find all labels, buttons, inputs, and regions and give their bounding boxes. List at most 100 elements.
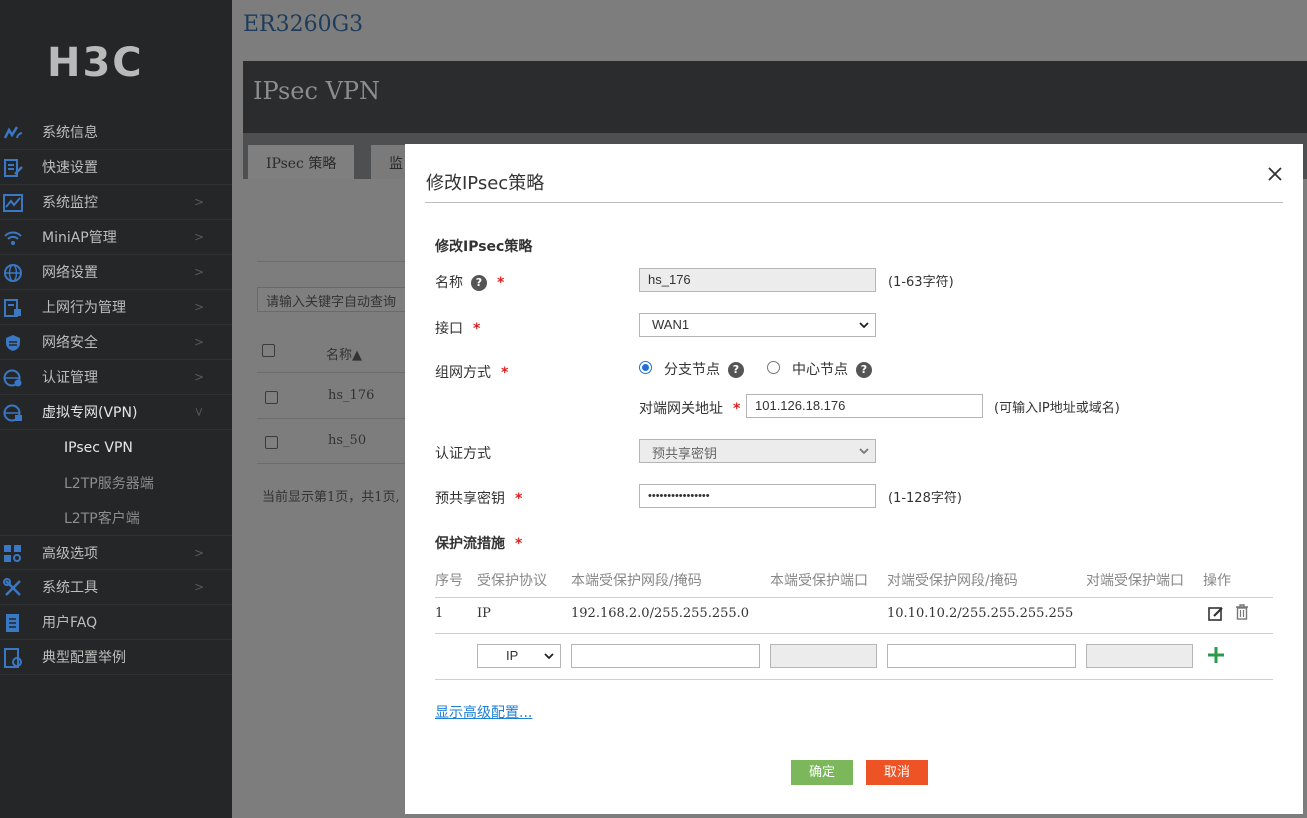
sidebar-item-label: 网络安全 xyxy=(42,335,98,351)
chevron-down-icon xyxy=(544,653,554,660)
peer-gateway-field[interactable]: 101.126.18.176 xyxy=(746,394,983,418)
sidebar-subitem-l2tp-server[interactable]: L2TP服务器端 xyxy=(0,465,232,500)
mode-center-text: 中心节点 xyxy=(792,362,848,378)
pager-text: 当前显示第1页，共1页, xyxy=(262,490,400,505)
interface-select-value: WAN1 xyxy=(652,317,690,332)
select-all-checkbox[interactable] xyxy=(262,344,275,357)
help-icon[interactable]: ? xyxy=(471,275,487,291)
new-row-protocol-select[interactable]: IP xyxy=(477,644,561,668)
psk-field[interactable]: •••••••••••••••• xyxy=(639,484,876,508)
column-header-remote-net: 对端受保护网段/掩码 xyxy=(887,573,1018,589)
sidebar-item-label: 网络设置 xyxy=(42,265,98,281)
sidebar-item-monitor[interactable]: 系统监控 > xyxy=(0,185,232,220)
row-local-net: 192.168.2.0/255.255.255.0 xyxy=(571,606,750,621)
required-mark: * xyxy=(515,491,523,507)
sidebar-item-quick-setup[interactable]: 快速设置 xyxy=(0,150,232,185)
row-seq: 1 xyxy=(435,606,444,621)
chevron-right-icon: > xyxy=(193,546,204,560)
sidebar-item-faq[interactable]: 用户FAQ xyxy=(0,605,232,640)
sidebar-item-vpn[interactable]: 虚拟专网(VPN) > xyxy=(0,395,232,430)
table-row: hs_176 xyxy=(328,388,375,403)
interface-label: 接口 * xyxy=(435,318,480,338)
sidebar-item-label: 系统监控 xyxy=(42,195,98,211)
new-row-local-port-field[interactable] xyxy=(770,644,877,668)
column-header-protocol: 受保护协议 xyxy=(477,573,547,589)
add-row-icon[interactable] xyxy=(1207,646,1225,664)
new-row-local-net-field[interactable] xyxy=(571,644,760,668)
chevron-right-icon: > xyxy=(193,230,204,244)
sidebar-item-system-info[interactable]: 系统信息 xyxy=(0,115,232,150)
sidebar-item-examples[interactable]: 典型配置举例 xyxy=(0,640,232,675)
sidebar-subitem-l2tp-client[interactable]: L2TP客户端 xyxy=(0,500,232,535)
column-header-actions: 操作 xyxy=(1203,573,1231,589)
tab-ipsec-policy[interactable]: IPsec 策略 xyxy=(248,145,355,179)
edit-icon[interactable] xyxy=(1208,606,1224,622)
chevron-down-icon xyxy=(859,448,869,455)
list-doc-icon xyxy=(6,614,19,632)
sidebar-item-auth[interactable]: 认证管理 > xyxy=(0,360,232,395)
sidebar-item-label: 系统信息 xyxy=(42,125,98,141)
sidebar-item-label: 系统工具 xyxy=(42,580,98,596)
sidebar-item-security[interactable]: 网络安全 > xyxy=(0,325,232,360)
edit-ipsec-dialog: 修改IPsec策略 修改IPsec策略 名称? * hs_176 (1-63字符)… xyxy=(405,144,1303,814)
sidebar-item-advanced[interactable]: 高级选项 > xyxy=(0,535,232,570)
mode-branch-text: 分支节点 xyxy=(664,362,720,378)
new-row-protocol-value: IP xyxy=(506,648,519,663)
divider xyxy=(435,679,1273,680)
column-header-name[interactable]: 名称▲ xyxy=(326,344,362,363)
close-icon[interactable] xyxy=(1265,164,1285,184)
psk-label-text: 预共享密钥 xyxy=(435,491,505,507)
chart-icon xyxy=(3,194,23,212)
required-mark: * xyxy=(733,401,741,417)
sidebar-item-tools[interactable]: 系统工具 > xyxy=(0,570,232,605)
column-header-local-net: 本端受保护网段/掩码 xyxy=(571,573,702,589)
column-header-remote-port: 对端受保护端口 xyxy=(1086,573,1184,589)
network-mode-label-text: 组网方式 xyxy=(435,365,491,381)
grid-search-icon xyxy=(4,545,21,562)
new-row-remote-net-field[interactable] xyxy=(887,644,1076,668)
sidebar-item-label: 上网行为管理 xyxy=(42,300,126,316)
search-input[interactable]: 请输入关键字自动查询 xyxy=(257,287,417,312)
globe-user-icon xyxy=(3,369,22,387)
confirm-button[interactable]: 确定 xyxy=(791,760,853,785)
delete-icon[interactable] xyxy=(1234,604,1250,620)
divider xyxy=(435,633,1273,634)
row-protocol: IP xyxy=(477,606,491,621)
show-advanced-link[interactable]: 显示高级配置... xyxy=(435,702,532,722)
peer-gateway-label-text: 对端网关地址 xyxy=(639,401,723,417)
cancel-button[interactable]: 取消 xyxy=(866,760,928,785)
row-checkbox[interactable] xyxy=(265,436,278,449)
name-hint: (1-63字符) xyxy=(888,275,954,290)
sidebar-item-label: 虚拟专网(VPN) xyxy=(42,405,138,421)
name-label-text: 名称 xyxy=(435,275,463,291)
globe-lock-icon xyxy=(3,404,22,422)
sidebar-item-miniap[interactable]: MiniAP管理 > xyxy=(0,220,232,255)
interface-select[interactable]: WAN1 xyxy=(639,313,876,337)
sidebar-item-label: 典型配置举例 xyxy=(42,650,126,666)
sidebar-item-label: 用户FAQ xyxy=(42,615,98,631)
sidebar-item-behavior[interactable]: 上网行为管理 > xyxy=(0,290,232,325)
sidebar-subitem-ipsec[interactable]: IPsec VPN xyxy=(0,430,232,465)
tab-monitor[interactable]: 监 xyxy=(371,145,407,179)
name-label: 名称? * xyxy=(435,272,504,292)
psk-hint: (1-128字符) xyxy=(888,491,962,506)
auth-method-select[interactable]: 预共享密钥 xyxy=(639,439,876,463)
row-checkbox[interactable] xyxy=(265,391,278,404)
psk-label: 预共享密钥 * xyxy=(435,488,522,508)
page-header: IPsec VPN xyxy=(243,61,1307,133)
mode-center-radio[interactable] xyxy=(767,361,780,374)
new-row-remote-port-field[interactable] xyxy=(1086,644,1193,668)
help-icon[interactable]: ? xyxy=(728,362,744,378)
required-mark: * xyxy=(473,321,481,337)
auth-method-label: 认证方式 xyxy=(435,446,491,462)
sidebar-nav: 系统信息 快速设置 系统监控 > MiniAP管理 > 网络设置 > 上网行为管… xyxy=(0,115,232,675)
sidebar-item-network[interactable]: 网络设置 > xyxy=(0,255,232,290)
help-icon[interactable]: ? xyxy=(856,362,872,378)
peer-gateway-hint: (可输入IP地址或域名) xyxy=(994,401,1120,416)
chevron-right-icon: > xyxy=(193,370,204,384)
mode-branch-label: 分支节点? xyxy=(664,359,744,379)
column-header-local-port: 本端受保护端口 xyxy=(770,573,868,589)
section-title: 修改IPsec策略 xyxy=(435,239,533,255)
name-field[interactable]: hs_176 xyxy=(639,268,876,292)
mode-branch-radio[interactable] xyxy=(639,361,652,374)
